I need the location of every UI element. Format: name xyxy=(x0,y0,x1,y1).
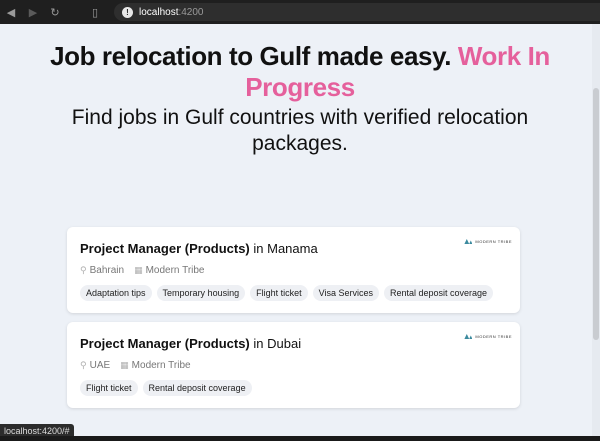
building-icon: ▦ xyxy=(134,265,143,275)
tag: Temporary housing xyxy=(156,285,246,301)
back-icon[interactable]: ◀ xyxy=(0,0,22,24)
location-pin-icon: ⚲ xyxy=(80,360,87,370)
job-role: Project Manager (Products) xyxy=(80,336,250,351)
job-country: UAE xyxy=(89,360,111,371)
scroll-thumb[interactable] xyxy=(593,88,599,340)
job-role: Project Manager (Products) xyxy=(80,241,250,256)
url-port: :4200 xyxy=(178,6,204,18)
page-scrollbar[interactable] xyxy=(592,24,600,436)
tag-list: Adaptation tips Temporary housing Flight… xyxy=(80,285,494,301)
job-company: Modern Tribe xyxy=(145,265,205,276)
job-meta: ⚲ Bahrain ▦ Modern Tribe xyxy=(80,265,205,276)
job-card[interactable]: Project Manager (Products) in Dubai MODE… xyxy=(67,322,520,408)
page-subtitle: Find jobs in Gulf countries with verifie… xyxy=(71,106,529,155)
job-meta: ⚲ UAE ▦ Modern Tribe xyxy=(80,360,191,371)
job-title[interactable]: Project Manager (Products) in Dubai xyxy=(80,336,301,351)
job-title[interactable]: Project Manager (Products) in Manama xyxy=(80,241,318,256)
url-host: localhost xyxy=(139,6,179,18)
browser-toolbar: ◀ ▶ ↻ ▯ ! localhost:4200 xyxy=(0,0,600,24)
job-in: in xyxy=(249,336,268,351)
title-main: Job relocation to Gulf made easy. xyxy=(50,41,458,71)
tag: Rental deposit coverage xyxy=(383,285,494,301)
building-icon: ▦ xyxy=(120,360,129,370)
logo-mark-icon xyxy=(464,239,473,244)
logo-mark-icon xyxy=(464,334,473,339)
logo-text: MODERN TRIBE xyxy=(475,334,512,339)
bookmark-icon[interactable]: ▯ xyxy=(84,0,106,24)
forward-icon[interactable]: ▶ xyxy=(22,0,44,24)
tag: Visa Services xyxy=(312,285,379,301)
job-card[interactable]: Project Manager (Products) in Manama MOD… xyxy=(67,227,520,313)
tag: Flight ticket xyxy=(250,285,308,301)
reload-icon[interactable]: ↻ xyxy=(44,0,66,24)
tag: Flight ticket xyxy=(80,380,138,396)
window-bottom-edge xyxy=(0,436,600,441)
page-viewport: Job relocation to Gulf made easy. Work I… xyxy=(0,24,600,436)
page-title: Job relocation to Gulf made easy. Work I… xyxy=(40,41,560,103)
job-city: Manama xyxy=(267,241,318,256)
location-pin-icon: ⚲ xyxy=(80,265,87,275)
address-bar[interactable]: ! localhost:4200 xyxy=(114,3,600,21)
job-company: Modern Tribe xyxy=(131,360,191,371)
job-city: Dubai xyxy=(267,336,302,351)
company-logo: MODERN TRIBE xyxy=(464,334,512,339)
tag: Adaptation tips xyxy=(80,285,152,301)
logo-text: MODERN TRIBE xyxy=(475,239,512,244)
tag: Rental deposit coverage xyxy=(142,380,252,396)
info-icon[interactable]: ! xyxy=(122,6,133,18)
tag-list: Flight ticket Rental deposit coverage xyxy=(80,380,252,396)
company-logo: MODERN TRIBE xyxy=(464,239,512,244)
job-in: in xyxy=(249,241,268,256)
job-country: Bahrain xyxy=(89,265,125,276)
